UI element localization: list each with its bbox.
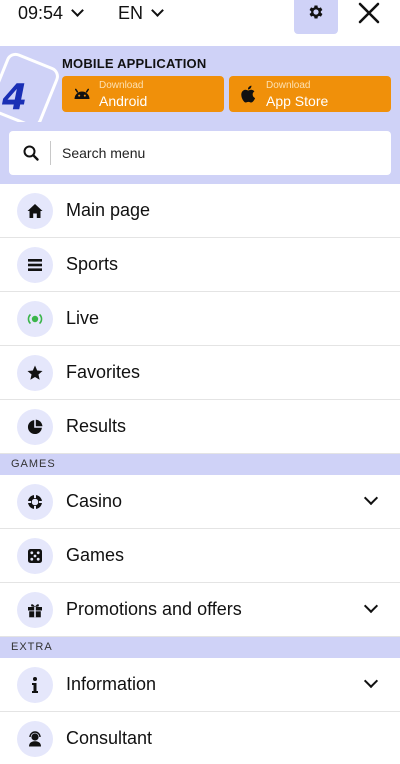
download-appstore-button[interactable]: Download App Store <box>229 76 391 112</box>
top-bar: 09:54 EN <box>0 0 400 46</box>
chevron-down-icon <box>71 4 84 17</box>
section-header-games: GAMES <box>0 454 400 475</box>
time-select[interactable]: 09:54 <box>18 2 84 24</box>
live-broadcast-icon <box>27 313 43 325</box>
chevron-down-icon[interactable] <box>363 490 379 506</box>
gear-icon <box>309 5 323 19</box>
section-header-extra: EXTRA <box>0 637 400 658</box>
menu-item-consultant[interactable]: Consultant <box>0 712 400 764</box>
chevron-down-icon[interactable] <box>363 598 379 614</box>
menu-item-promotions[interactable]: Promotions and offers <box>0 583 400 637</box>
icon-circle <box>17 355 53 391</box>
menu-label: Favorites <box>66 362 141 382</box>
banner-title: MOBILE APPLICATION <box>62 56 207 71</box>
icon-circle <box>17 247 53 283</box>
menu-item-favorites[interactable]: Favorites <box>0 346 400 400</box>
menu-item-live[interactable]: Live <box>0 292 400 346</box>
gift-icon <box>28 604 42 618</box>
icon-circle <box>17 592 53 628</box>
star-icon <box>27 365 43 380</box>
appstore-label: App Store <box>266 93 329 109</box>
icon-circle <box>17 301 53 337</box>
icon-circle <box>17 721 53 757</box>
search-area: Search menu <box>0 122 400 184</box>
home-icon <box>27 204 43 218</box>
support-agent-icon <box>29 731 41 747</box>
menu-item-casino[interactable]: Casino <box>0 475 400 529</box>
language-select[interactable]: EN <box>118 2 164 24</box>
search-placeholder: Search menu <box>62 145 146 161</box>
language-value: EN <box>118 2 144 23</box>
menu-label: Information <box>66 674 157 694</box>
android-label: Android <box>99 93 148 109</box>
info-icon <box>32 677 38 693</box>
settings-button[interactable] <box>294 0 338 34</box>
menu-item-main-page[interactable]: Main page <box>0 184 400 238</box>
menu-item-games[interactable]: Games <box>0 529 400 583</box>
brand-logo: 4 <box>2 77 28 118</box>
menu-label: Results <box>66 416 127 436</box>
android-caption: Download <box>99 80 144 91</box>
dice-icon <box>28 549 42 563</box>
close-icon <box>358 2 380 24</box>
search-icon <box>23 145 39 161</box>
icon-circle <box>17 538 53 574</box>
menu-item-results[interactable]: Results <box>0 400 400 454</box>
list-icon <box>28 259 42 271</box>
menu-label: Games <box>66 545 125 565</box>
menu-label: Promotions and offers <box>66 599 242 619</box>
appstore-caption: Download <box>266 80 311 91</box>
poker-chip-icon <box>28 495 42 509</box>
apple-icon <box>241 85 256 103</box>
search-divider <box>50 141 51 165</box>
menu-label: Sports <box>66 254 119 274</box>
menu-label: Consultant <box>66 728 153 748</box>
navigation-menu: Main page Sports Live Favorites Results … <box>0 184 400 764</box>
icon-circle <box>17 193 53 229</box>
icon-circle <box>17 409 53 445</box>
download-android-button[interactable]: Download Android <box>62 76 224 112</box>
icon-circle <box>17 484 53 520</box>
android-icon <box>74 88 90 99</box>
menu-item-information[interactable]: Information <box>0 658 400 712</box>
chevron-down-icon <box>151 4 164 17</box>
search-input[interactable]: Search menu <box>9 131 391 175</box>
mobile-app-banner: 4 MOBILE APPLICATION Download Android Do… <box>0 46 400 122</box>
menu-label: Casino <box>66 491 123 511</box>
menu-item-sports[interactable]: Sports <box>0 238 400 292</box>
chevron-down-icon[interactable] <box>363 673 379 689</box>
menu-label: Live <box>66 308 100 328</box>
time-value: 09:54 <box>18 2 64 23</box>
menu-label: Main page <box>66 200 151 220</box>
close-button[interactable] <box>356 0 382 26</box>
pie-chart-icon <box>27 419 43 435</box>
icon-circle <box>17 667 53 703</box>
